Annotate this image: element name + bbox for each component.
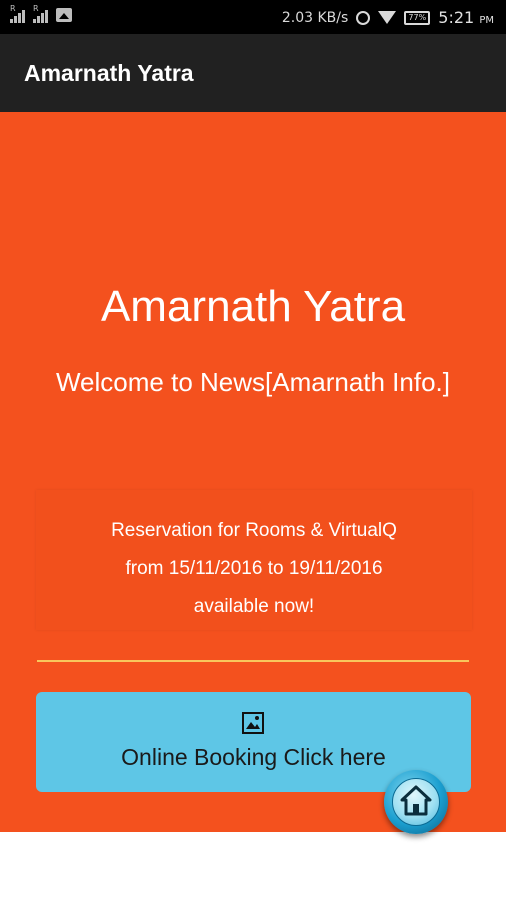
wifi-icon — [378, 11, 397, 24]
home-button[interactable] — [384, 770, 448, 834]
divider — [37, 660, 469, 662]
status-bar: R R 2.03 KB/s 77% 5:21 PM — [0, 0, 506, 34]
image-icon — [56, 8, 72, 22]
app-title: Amarnath Yatra — [24, 60, 194, 86]
battery-icon: 77% — [404, 10, 431, 25]
home-icon — [400, 785, 432, 816]
network-speed: 2.03 KB/s — [281, 9, 349, 26]
clock-ampm: PM — [479, 15, 494, 26]
notice-line-2: from 15/11/2016 to 19/11/2016 — [125, 558, 383, 579]
clock: 5:21 PM — [438, 8, 494, 27]
online-booking-label: Online Booking Click here — [121, 744, 386, 770]
clock-time: 5:21 — [438, 8, 475, 27]
hero-subtitle: Welcome to News[Amarnath Info.] — [55, 367, 450, 397]
notice-line-1: Reservation for Rooms & VirtualQ — [111, 520, 397, 541]
app-bar: Amarnath Yatra — [0, 34, 506, 112]
notice-text: Reservation for Rooms & VirtualQ from 15… — [36, 512, 472, 626]
picture-icon — [242, 712, 264, 734]
alarm-icon — [356, 10, 371, 25]
signal-icon: R — [33, 4, 48, 23]
hero-title: Amarnath Yatra — [100, 282, 406, 331]
notice-card: Reservation for Rooms & VirtualQ from 15… — [36, 490, 472, 630]
notice-line-3: available now! — [193, 596, 315, 617]
signal-icon: R — [10, 4, 25, 23]
main-content: Amarnath Yatra Welcome to News[Amarnath … — [0, 112, 506, 832]
